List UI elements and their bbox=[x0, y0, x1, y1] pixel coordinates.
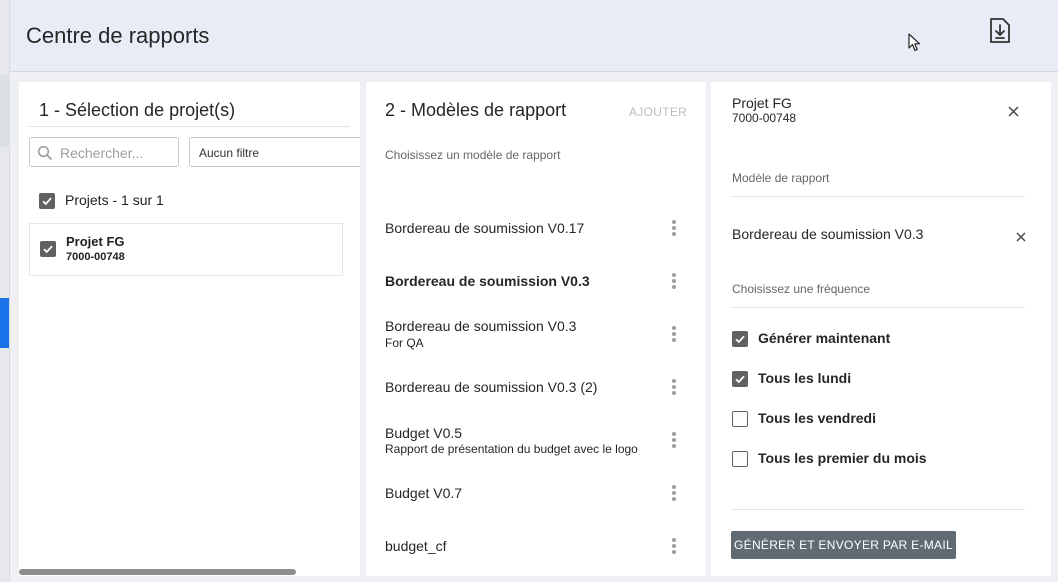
template-item[interactable]: Bordereau de soumission V0.3 For QA bbox=[366, 310, 706, 360]
app-header: Centre de rapports bbox=[10, 0, 1058, 72]
template-name: Budget V0.7 bbox=[385, 485, 463, 501]
project-code: 7000-00748 bbox=[66, 251, 125, 263]
frequency-option-label: Tous les lundi bbox=[758, 370, 852, 386]
divider bbox=[731, 196, 1025, 197]
more-vert-icon[interactable] bbox=[670, 379, 678, 397]
more-vert-icon[interactable] bbox=[670, 432, 678, 450]
frequency-checkbox[interactable] bbox=[732, 371, 748, 387]
templates-panel-title: 2 - Modèles de rapport bbox=[385, 100, 567, 120]
page-title: Centre de rapports bbox=[26, 23, 210, 48]
rail-segment bbox=[0, 75, 10, 147]
template-item[interactable]: Bordereau de soumission V0.17 bbox=[366, 204, 706, 254]
add-template-button[interactable]: AJOUTER bbox=[629, 105, 687, 119]
search-icon bbox=[37, 145, 52, 160]
templates-panel: 2 - Modèles de rapport AJOUTER Choisisse… bbox=[366, 82, 706, 576]
projects-panel: 1 - Sélection de projet(s) Rechercher...… bbox=[19, 82, 360, 576]
selected-template: Bordereau de soumission V0.3 bbox=[732, 226, 924, 242]
details-panel: Projet FG 7000-00748 Modèle de rapport B… bbox=[711, 82, 1051, 576]
template-name: Bordereau de soumission V0.3 bbox=[385, 273, 590, 289]
frequency-option-label: Générer maintenant bbox=[758, 330, 891, 346]
project-item[interactable]: Projet FG 7000-00748 bbox=[29, 223, 343, 276]
project-checkbox[interactable] bbox=[40, 241, 56, 257]
projects-panel-title: 1 - Sélection de projet(s) bbox=[39, 100, 236, 120]
filter-select[interactable]: Aucun filtre bbox=[189, 137, 360, 167]
more-vert-icon[interactable] bbox=[670, 220, 678, 238]
template-name: budget_cf bbox=[385, 538, 447, 554]
check-icon bbox=[43, 245, 53, 254]
search-input[interactable]: Rechercher... bbox=[29, 137, 179, 167]
select-all-checkbox[interactable] bbox=[39, 193, 55, 209]
check-icon bbox=[735, 335, 745, 344]
selected-project-code: 7000-00748 bbox=[732, 111, 797, 125]
frequency-label: Choisissez une fréquence bbox=[732, 282, 871, 296]
template-label: Modèle de rapport bbox=[732, 171, 830, 185]
left-rail bbox=[0, 0, 10, 582]
select-all-label: Projets - 1 sur 1 bbox=[65, 192, 164, 208]
template-item[interactable]: Budget V0.7 bbox=[366, 469, 706, 519]
more-vert-icon[interactable] bbox=[670, 273, 678, 291]
project-name: Projet FG bbox=[66, 234, 125, 249]
download-file-icon[interactable] bbox=[986, 16, 1014, 46]
divider bbox=[731, 509, 1025, 510]
check-icon bbox=[42, 197, 52, 206]
template-name: Budget V0.5 bbox=[385, 425, 463, 441]
frequency-option-label: Tous les premier du mois bbox=[758, 450, 927, 466]
remove-template-icon[interactable] bbox=[1016, 229, 1026, 242]
template-name: Bordereau de soumission V0.17 bbox=[385, 220, 585, 236]
template-item[interactable]: Budget V0.5 Rapport de présentation du b… bbox=[366, 416, 706, 466]
frequency-option-label: Tous les vendredi bbox=[758, 410, 876, 426]
divider bbox=[731, 307, 1025, 308]
frequency-checkbox[interactable] bbox=[732, 451, 748, 467]
template-item[interactable]: Bordereau de soumission V0.3 (2) bbox=[366, 363, 706, 413]
divider bbox=[29, 126, 350, 127]
more-vert-icon[interactable] bbox=[670, 326, 678, 344]
templates-subtitle: Choisissez un modèle de rapport bbox=[385, 148, 561, 162]
generate-send-email-button[interactable]: GÉNÉRER ET ENVOYER PAR E-MAIL bbox=[731, 531, 956, 559]
check-icon bbox=[735, 375, 745, 384]
mouse-cursor-icon bbox=[908, 33, 924, 53]
selected-project-name: Projet FG bbox=[732, 95, 792, 111]
close-icon[interactable] bbox=[1008, 104, 1019, 117]
template-item-selected[interactable]: Bordereau de soumission V0.3 bbox=[366, 257, 706, 307]
template-name: Bordereau de soumission V0.3 (2) bbox=[385, 379, 598, 395]
more-vert-icon[interactable] bbox=[670, 485, 678, 503]
template-description: Rapport de présentation du budget avec l… bbox=[385, 442, 638, 456]
more-vert-icon[interactable] bbox=[670, 538, 678, 556]
frequency-checkbox[interactable] bbox=[732, 411, 748, 427]
frequency-checkbox[interactable] bbox=[732, 331, 748, 347]
template-name: Bordereau de soumission V0.3 bbox=[385, 318, 577, 334]
template-item[interactable]: budget_cf bbox=[366, 522, 706, 572]
rail-active-indicator bbox=[0, 298, 9, 348]
template-description: For QA bbox=[385, 336, 424, 350]
horizontal-scrollbar[interactable] bbox=[19, 569, 296, 575]
filter-value: Aucun filtre bbox=[199, 146, 260, 160]
search-placeholder: Rechercher... bbox=[60, 145, 144, 161]
